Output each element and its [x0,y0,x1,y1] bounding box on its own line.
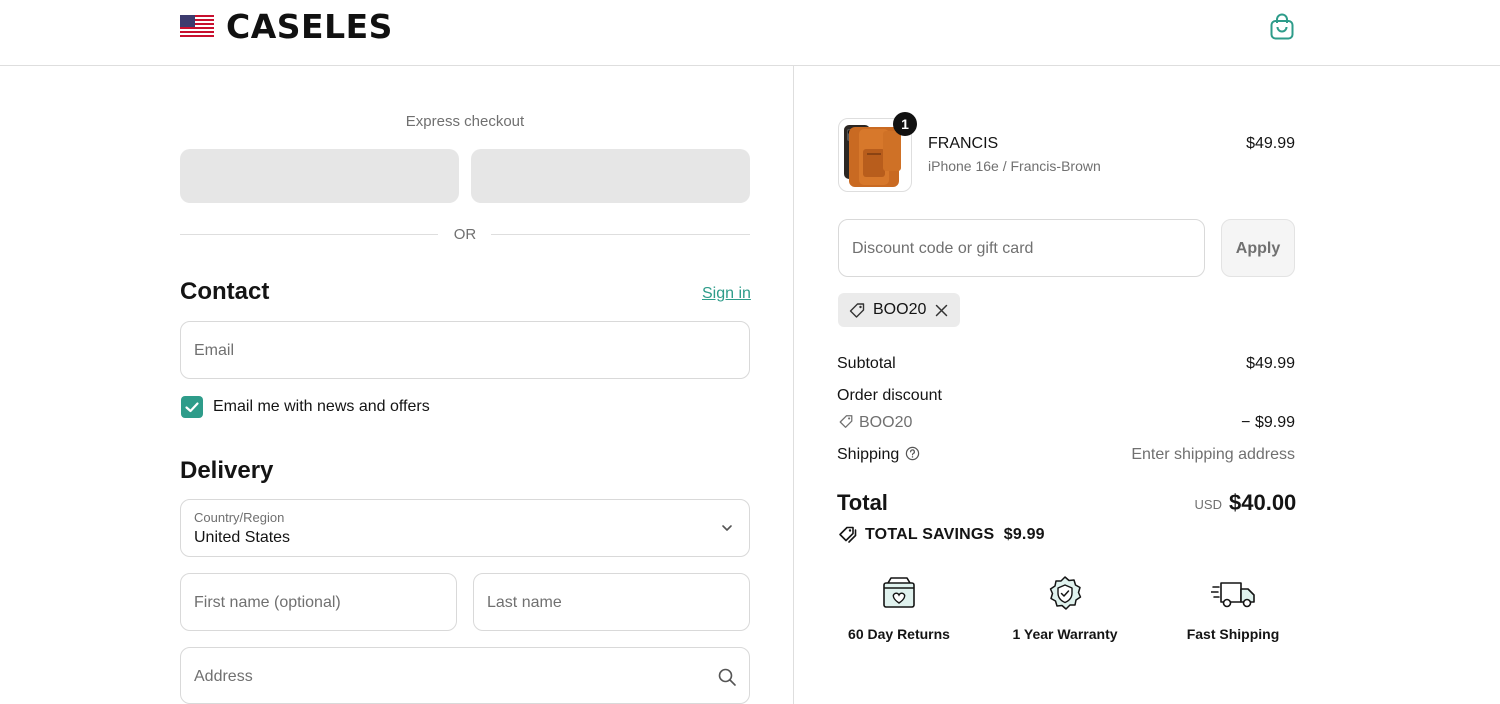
subtotal-label: Subtotal [837,355,896,372]
first-name-placeholder: First name (optional) [194,594,341,611]
discount-code-input[interactable]: Discount code or gift card [838,219,1205,277]
express-checkout-title: Express checkout [405,113,525,130]
feature-warranty-label: 1 Year Warranty [1012,626,1118,642]
tag-icon [839,415,853,428]
feature-shipping-label: Fast Shipping [1186,626,1280,642]
apply-discount-button[interactable]: Apply [1221,219,1295,277]
or-label: OR [453,226,477,243]
tag-icon [849,303,865,318]
chevron-down-icon [722,525,732,531]
shipping-label: Shipping [837,446,900,463]
savings-label: TOTAL SAVINGS [865,526,995,543]
delivery-truck-icon [1211,582,1255,608]
help-icon[interactable] [905,446,920,461]
warranty-shield-icon [1049,576,1082,610]
delivery-title: Delivery [180,457,274,484]
applied-discount-chip: BOO20 [838,293,960,327]
us-flag-icon [180,15,214,39]
product-name: FRANCIS [928,135,999,152]
checkmark-icon [185,402,199,413]
discount-placeholder: Discount code or gift card [852,240,1034,257]
contact-title: Contact [180,278,270,305]
first-name-field[interactable]: First name (optional) [180,573,457,631]
address-placeholder: Address [194,668,253,685]
search-icon[interactable] [717,667,737,687]
savings-tags-icon [839,526,857,543]
applied-code-text: BOO20 [873,301,927,318]
total-currency: USD [1194,497,1222,512]
close-icon[interactable] [935,304,948,317]
total-amount: $40.00 [1229,490,1297,515]
address-field[interactable]: Address [180,647,750,704]
discount-code-label: BOO20 [859,414,913,431]
site-header: CASELES [0,0,1500,66]
returns-box-icon [883,577,915,608]
sign-in-link[interactable]: Sign in [702,285,751,303]
order-discount-label: Order discount [837,387,942,404]
column-divider [793,66,794,704]
email-placeholder: Email [194,342,235,359]
product-price: $49.99 [1246,135,1295,152]
newsletter-checkbox[interactable] [181,396,203,418]
total-label: Total [837,490,888,515]
discount-value: − $9.99 [1241,414,1295,431]
express-pay-button-1[interactable] [180,149,459,203]
product-variant: iPhone 16e / Francis-Brown [928,158,1101,174]
subtotal-value: $49.99 [1246,355,1295,372]
brand-logo[interactable]: CASELES [226,7,393,47]
express-pay-button-2[interactable] [471,149,750,203]
shipping-value: Enter shipping address [1131,446,1295,463]
country-label: Country/Region [194,510,285,525]
savings-value: $9.99 [1003,526,1045,543]
last-name-field[interactable]: Last name [473,573,750,631]
last-name-placeholder: Last name [487,594,562,611]
shopping-bag-icon[interactable] [1269,13,1295,41]
quantity-badge: 1 [893,112,917,136]
or-divider-right [491,234,750,235]
newsletter-label: Email me with news and offers [213,398,430,415]
email-field[interactable]: Email [180,321,750,379]
country-value: United States [194,529,291,546]
or-divider-left [180,234,438,235]
feature-returns-label: 60 Day Returns [848,626,950,642]
total-savings: TOTAL SAVINGS $9.99 [865,526,1045,544]
country-select[interactable]: Country/Region United States [180,499,750,557]
